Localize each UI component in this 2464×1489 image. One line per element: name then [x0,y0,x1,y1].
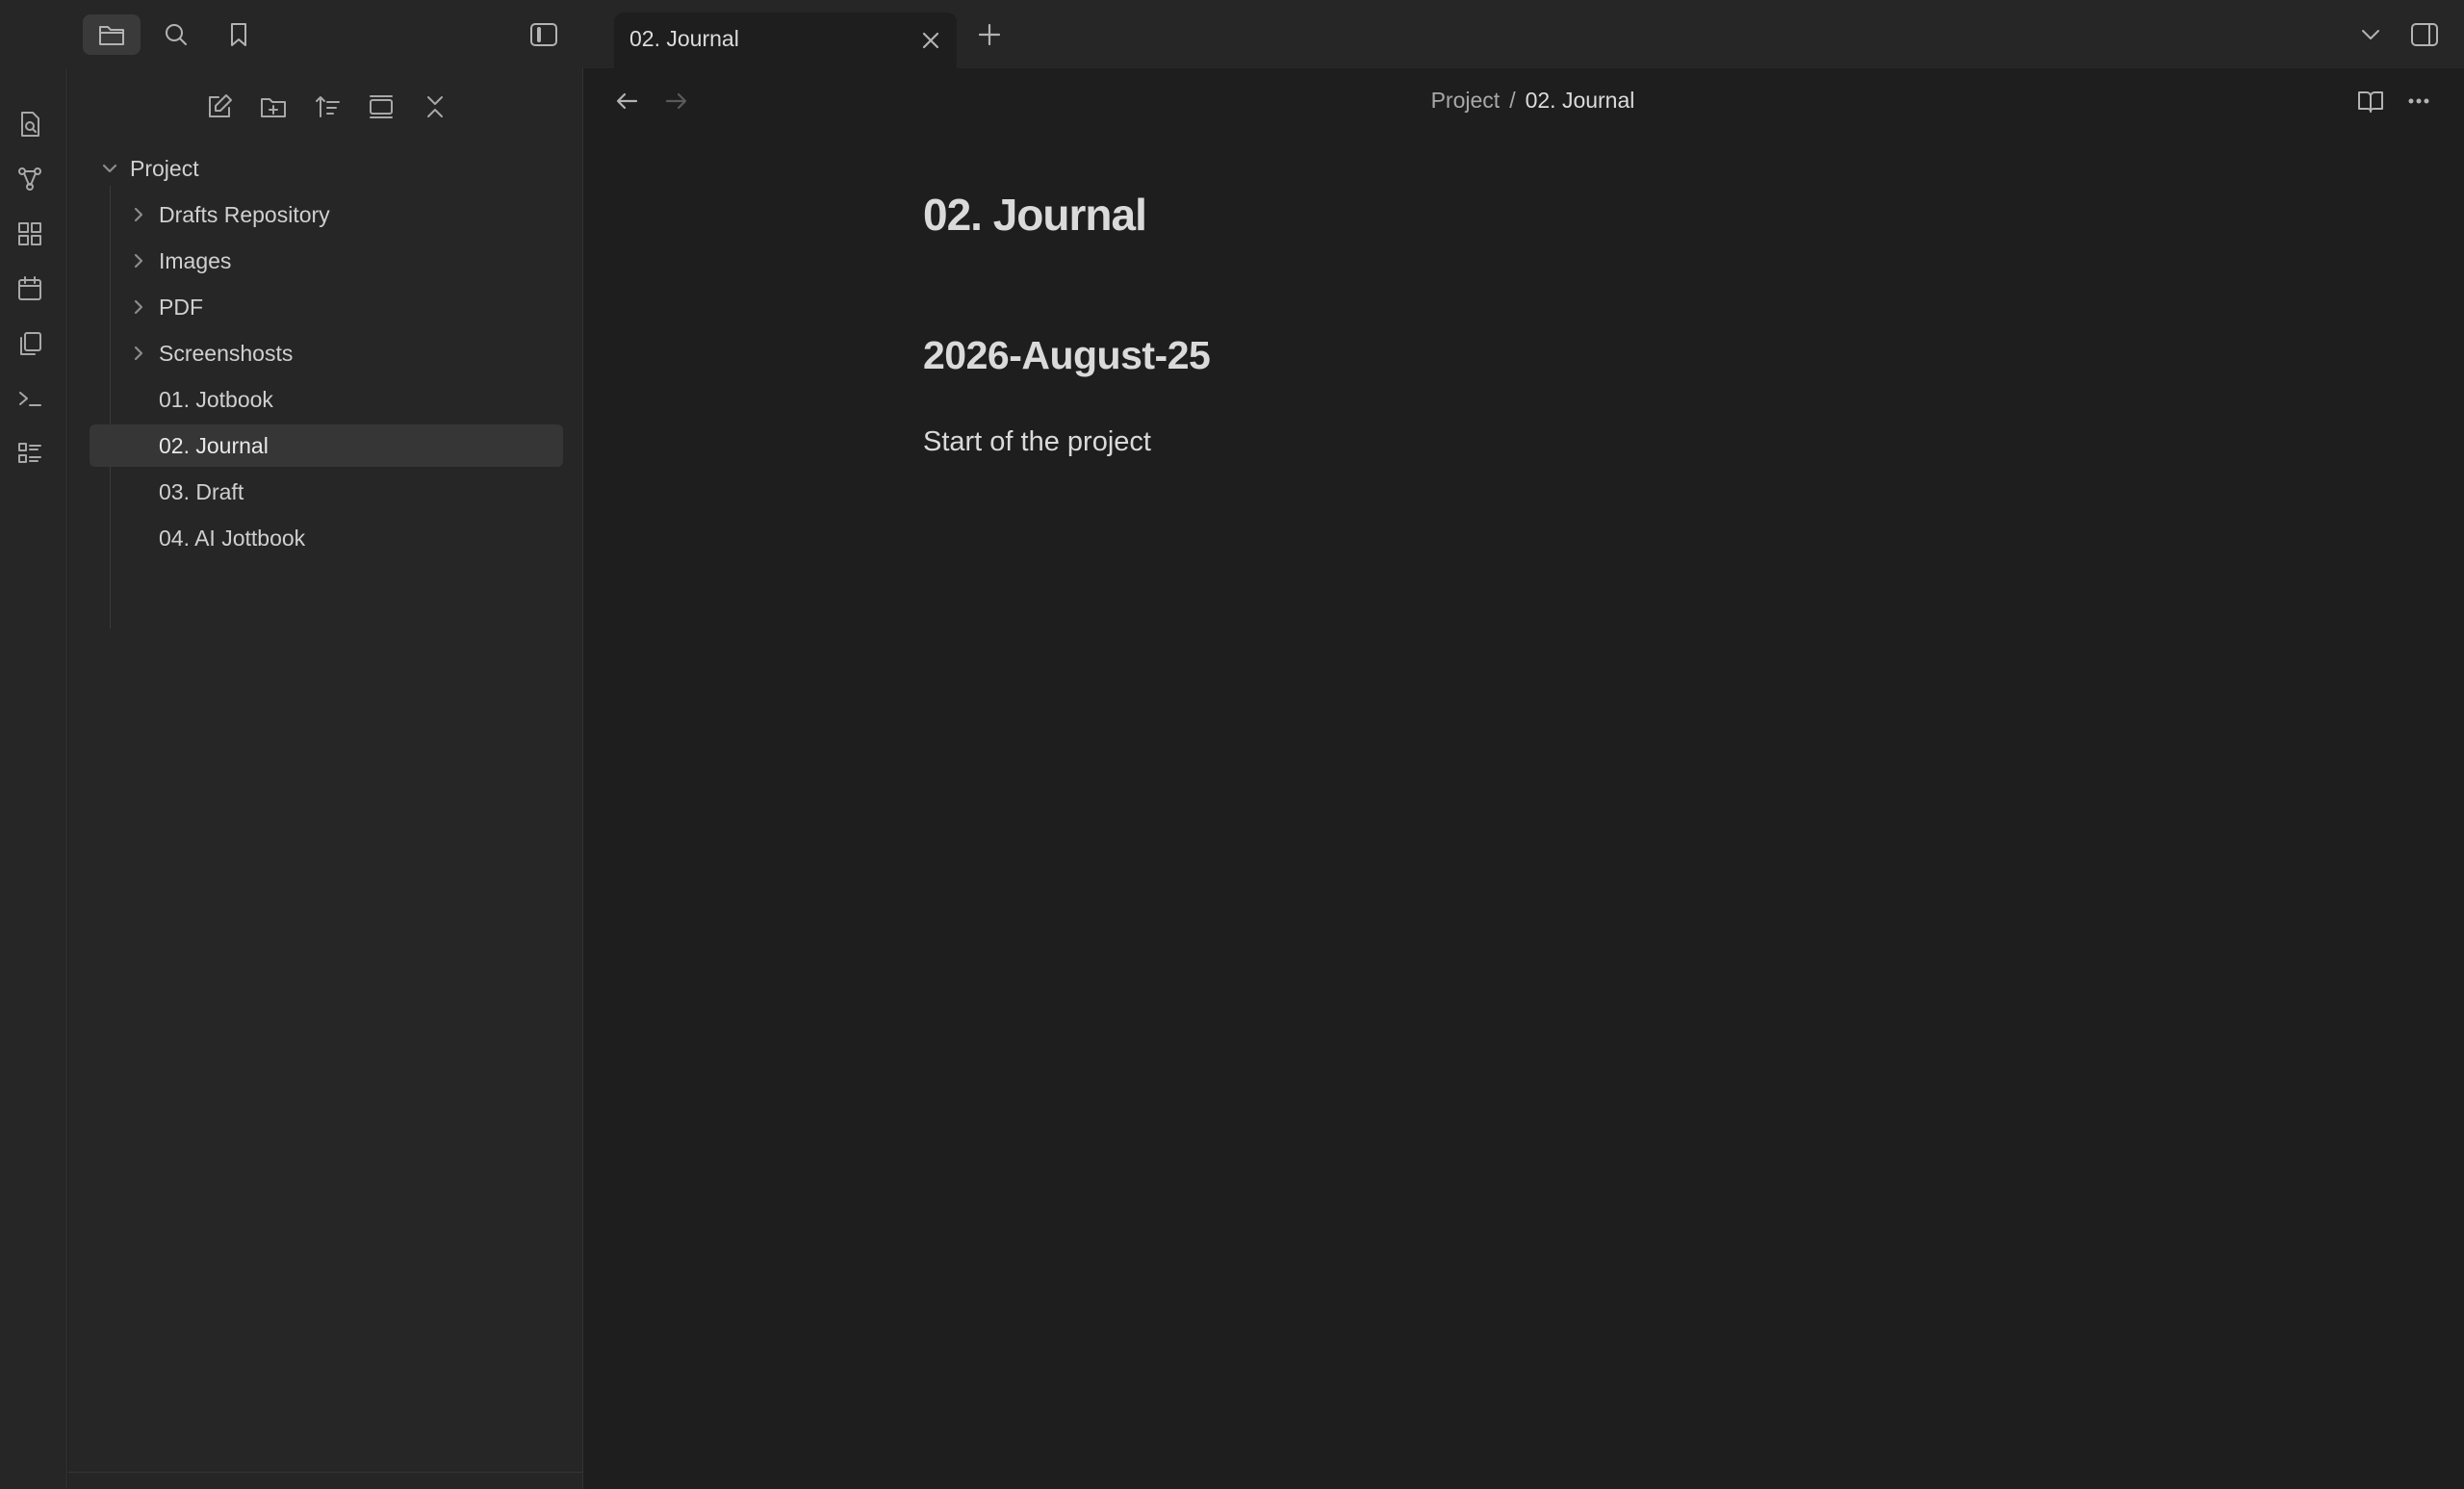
collapse-all-icon [427,96,443,117]
tab-title: 02. Journal [629,26,739,51]
tree-file-item[interactable]: 04. AI Jottbook [90,517,563,559]
tree-item-label: 04. AI Jottbook [159,525,306,551]
tree-item-label: Project [130,155,199,181]
tree-folder-item[interactable]: PDF [126,286,530,328]
collapse-all-button[interactable] [414,86,456,128]
sort-button[interactable] [306,86,348,128]
templates-button[interactable] [10,323,50,364]
command-palette-button[interactable] [10,378,50,419]
more-horizontal-icon [2408,98,2429,104]
breadcrumb-parent[interactable]: Project [1431,88,1501,114]
tree-item-label: Screenshosts [159,340,294,366]
tree-item-label: 03. Draft [159,478,244,504]
new-tab-button[interactable] [971,16,1008,53]
tree-item-label: Images [159,247,232,273]
tree-folder-item[interactable]: Screenshosts [126,332,530,374]
sidebar-toggle-icon [530,23,557,46]
command-palette-icon [19,392,41,406]
new-folder-button[interactable] [252,86,295,128]
tree-file-item[interactable]: 01. Jotbook [90,378,563,421]
note-body-text[interactable]: Start of the project [923,426,1151,458]
templates-icon [20,332,41,355]
search-icon [166,24,187,45]
tree-item-label: 02. Journal [159,432,269,458]
breadcrumb: Project / 02. Journal [584,88,2464,114]
new-note-icon [209,94,232,117]
tree-item-label: PDF [159,294,203,320]
ribbon [0,68,67,1489]
quick-switcher-button[interactable] [10,104,50,144]
file-explorer-button[interactable] [83,14,141,55]
file-explorer: Project Drafts Repository Images PDF Scr… [68,68,583,1489]
chevron-right-icon [128,250,149,271]
reading-view-button[interactable] [2351,82,2390,120]
tree-item-label: Drafts Repository [159,201,330,227]
tree-file-item-active[interactable]: 02. Journal [90,424,563,467]
folder-icon [99,26,124,45]
new-note-button[interactable] [198,86,241,128]
chevron-right-icon [128,343,149,364]
note-heading[interactable]: 2026-August-25 [923,333,1211,378]
tree-folder-item[interactable]: Images [126,240,530,282]
close-icon [922,32,939,49]
book-open-icon [2358,91,2383,113]
graph-view-icon [18,167,41,191]
graph-view-button[interactable] [10,159,50,199]
bookmark-icon [231,23,246,46]
collapse-view-icon [370,95,393,118]
close-tab-button[interactable] [914,24,947,57]
chevron-right-icon [128,296,149,318]
chevron-right-icon [128,204,149,225]
toggle-left-sidebar-button[interactable] [523,14,565,55]
outline-button[interactable] [10,433,50,474]
top-bar: 02. Journal [0,0,2464,68]
canvas-button[interactable] [10,214,50,254]
tree-folder-item[interactable]: Drafts Repository [126,193,530,236]
chevron-down-icon [2362,30,2379,39]
tree-file-item[interactable]: 03. Draft [90,471,563,513]
plus-icon [978,23,1001,46]
tab-journal[interactable]: 02. Journal [614,13,957,68]
chevron-down-icon [99,158,120,179]
right-sidebar-icon [2411,23,2438,46]
breadcrumb-current[interactable]: 02. Journal [1526,88,1635,114]
search-button[interactable] [156,14,196,55]
sort-icon [316,96,340,117]
daily-notes-button[interactable] [10,269,50,309]
collapse-view-button[interactable] [360,86,402,128]
tree-item-label: 01. Jotbook [159,386,273,412]
daily-notes-icon [18,276,41,300]
bookmarks-button[interactable] [218,14,259,55]
tree-folder-project[interactable]: Project [97,147,367,190]
new-folder-icon [261,98,286,117]
sidebar-footer [68,1472,583,1489]
breadcrumb-separator: / [1509,88,1516,113]
toggle-right-sidebar-button[interactable] [2404,14,2445,55]
canvas-icon [18,222,41,245]
note-title[interactable]: 02. Journal [923,189,1147,241]
outline-icon [18,443,41,463]
tab-list-button[interactable] [2350,14,2391,55]
more-options-button[interactable] [2400,82,2438,120]
open-quick-switcher-icon [21,112,39,137]
editor-pane: Project / 02. Journal 02. Journal 2026-A… [584,68,2464,1489]
